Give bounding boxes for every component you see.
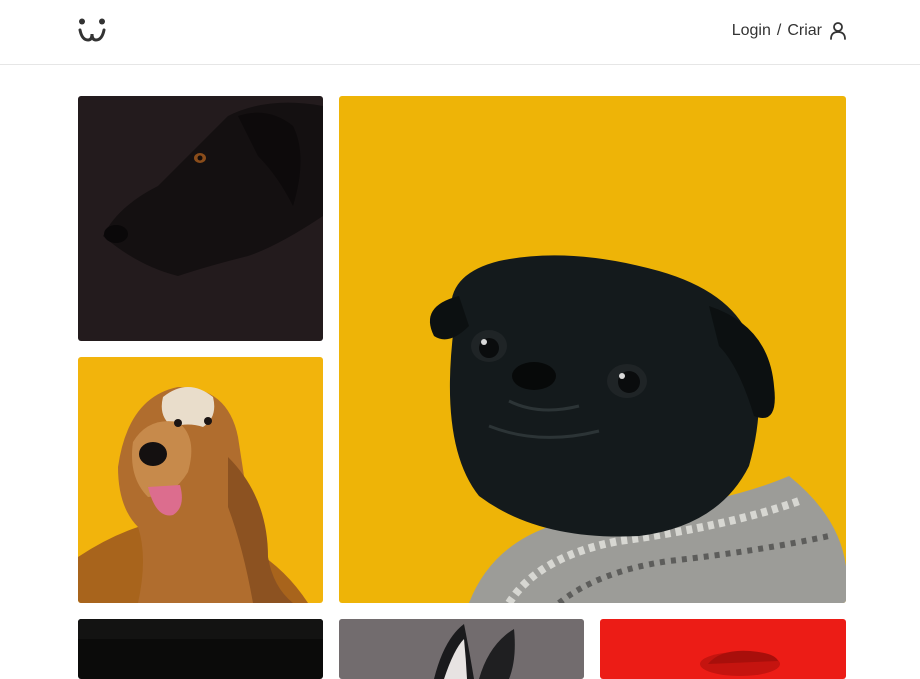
red-photo	[600, 619, 846, 679]
pug-photo	[339, 96, 846, 603]
create-label: Criar	[787, 22, 822, 39]
photo-card-black-dog[interactable]	[78, 96, 323, 341]
photo-card-red[interactable]	[600, 619, 846, 679]
login-label: Login	[731, 22, 771, 39]
dog-face-logo-icon	[78, 18, 106, 42]
dog-ears-photo	[339, 619, 584, 679]
login-create-link[interactable]: Login / Criar	[732, 21, 848, 41]
afghan-hound-photo	[78, 357, 323, 603]
black-dog-photo	[78, 96, 323, 341]
separator: /	[776, 22, 782, 39]
site-header: Login / Criar	[0, 0, 920, 65]
user-icon	[830, 22, 846, 40]
photo-card-pug[interactable]	[339, 96, 846, 603]
photo-card-dark[interactable]	[78, 619, 323, 679]
dark-photo	[78, 619, 323, 679]
home-logo-link[interactable]	[78, 18, 108, 44]
photo-card-afghan-hound[interactable]	[78, 357, 323, 603]
photo-card-dog-ears[interactable]	[339, 619, 584, 679]
